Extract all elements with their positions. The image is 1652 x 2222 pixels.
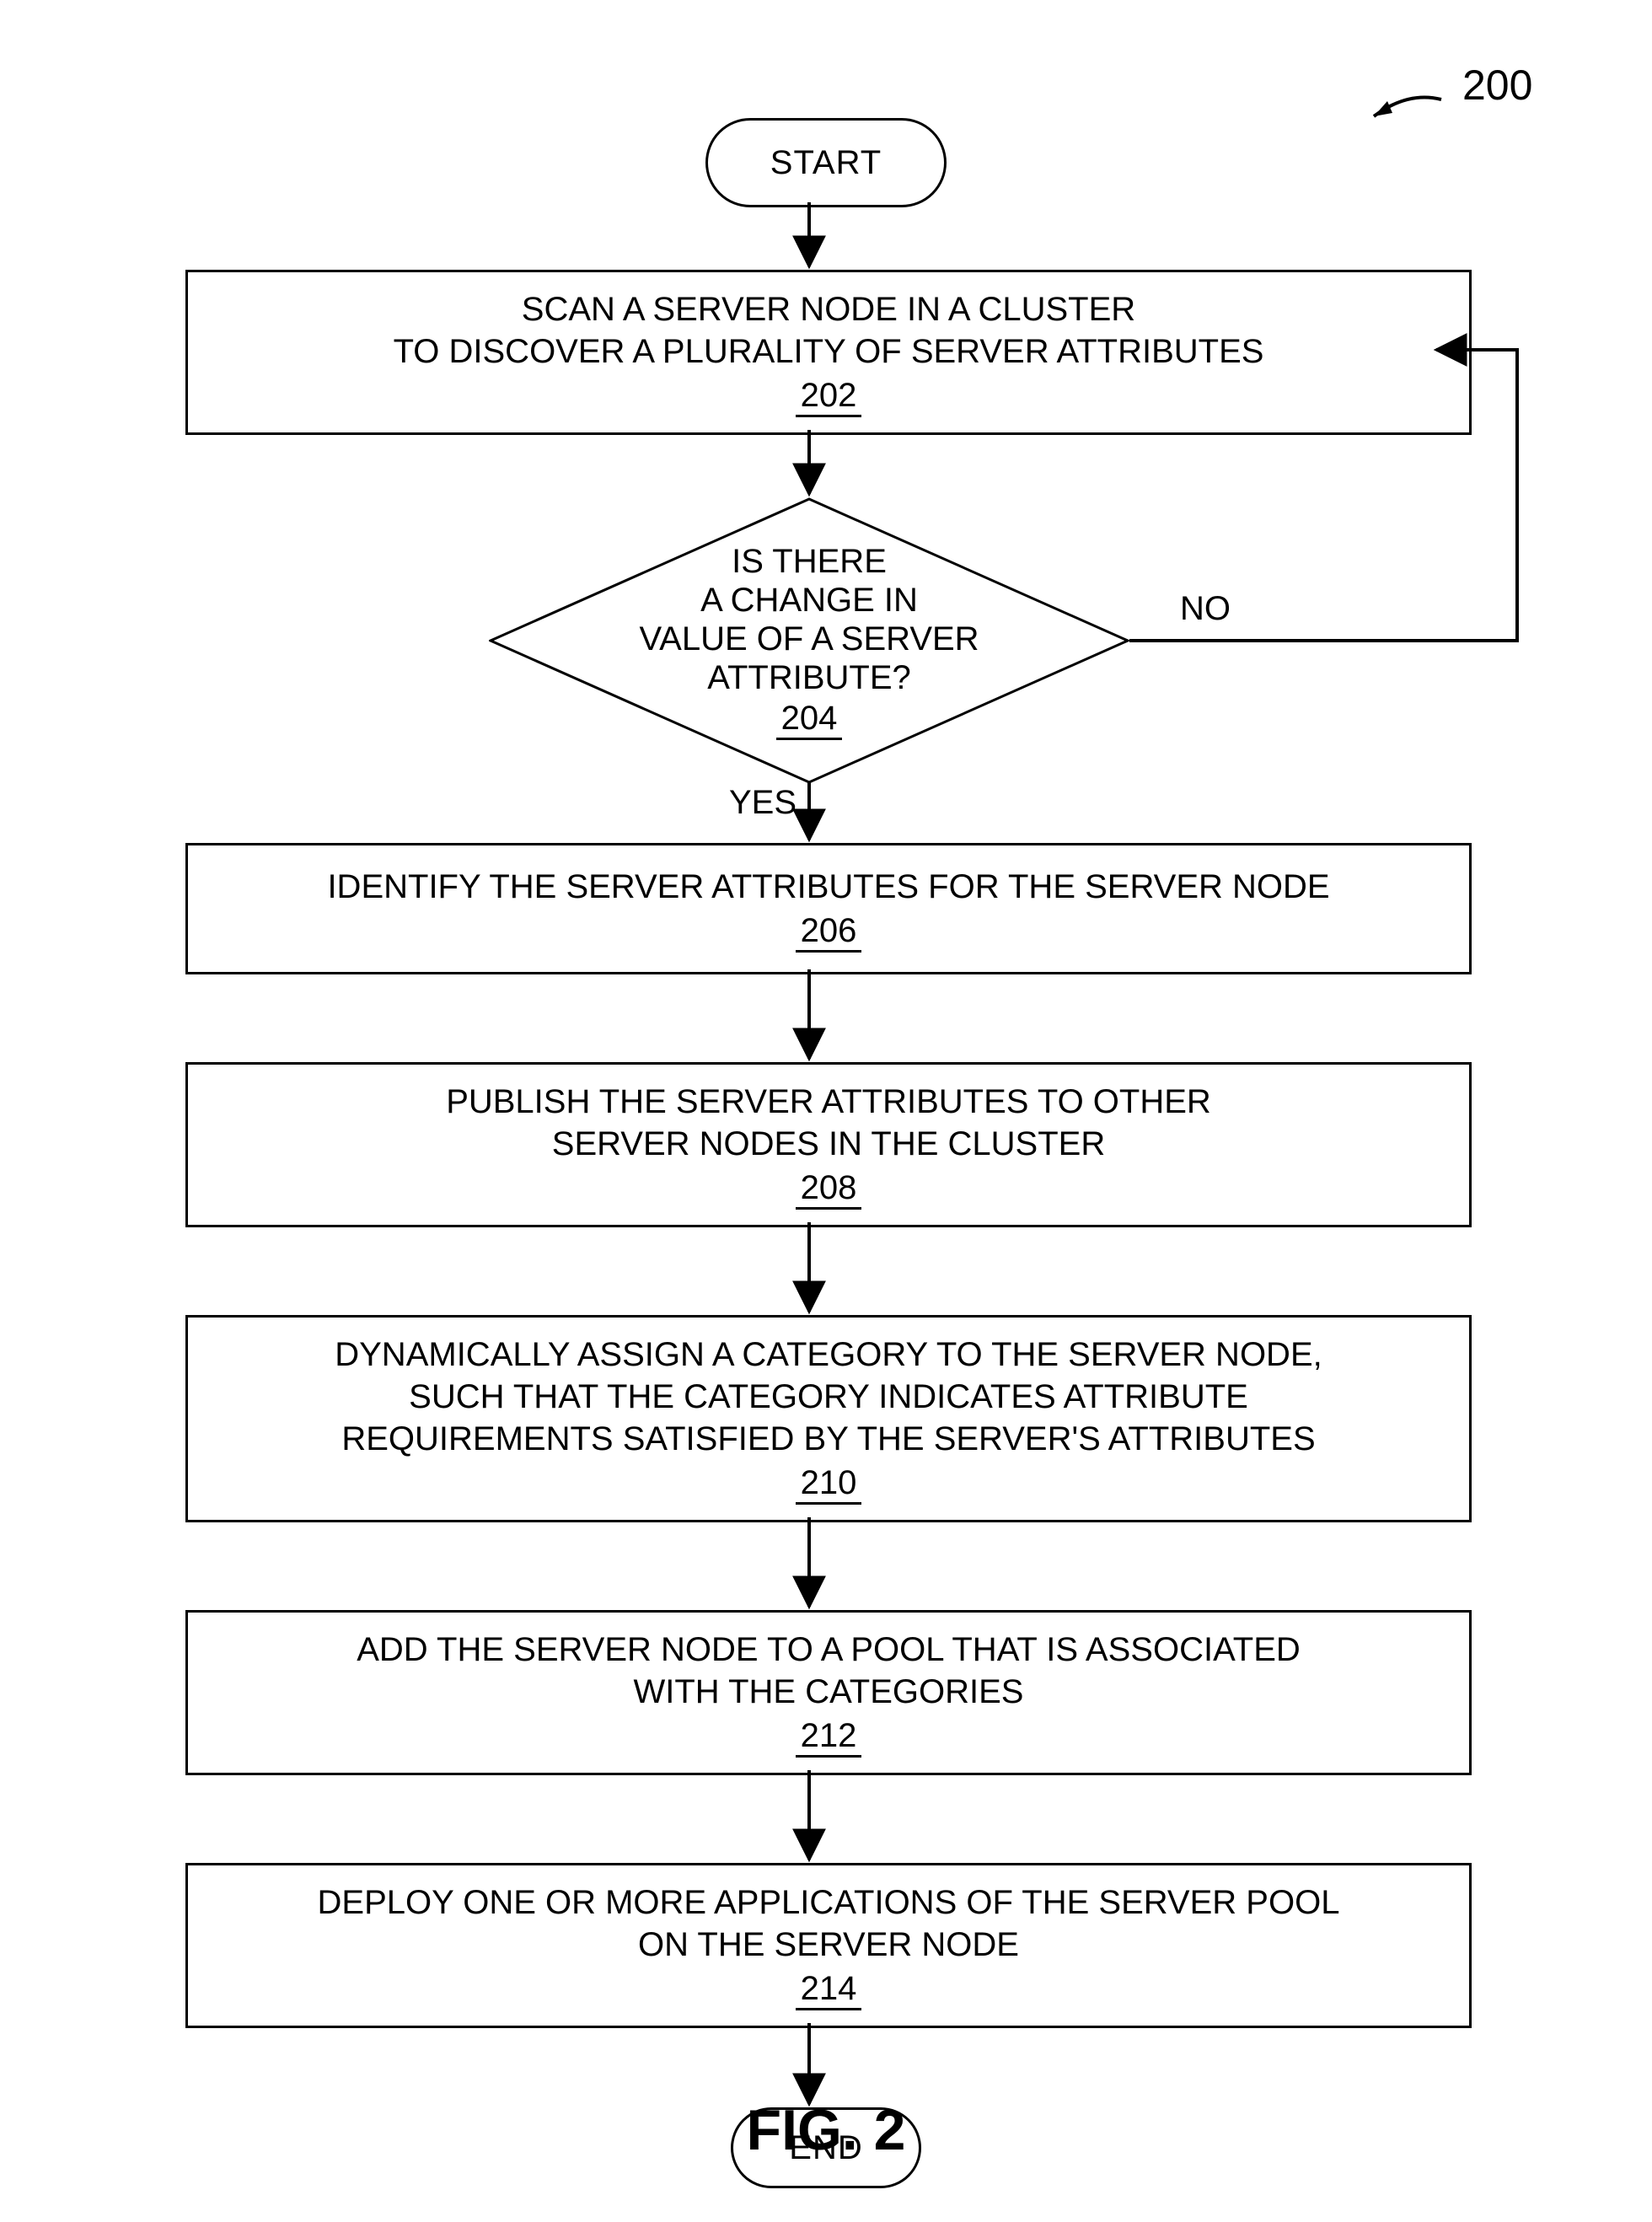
step-202-ref: 202 <box>796 376 862 417</box>
decision-204-l3: VALUE OF A SERVER <box>639 620 979 658</box>
decision-204-text-group: IS THERE A CHANGE IN VALUE OF A SERVER A… <box>489 497 1129 784</box>
terminator-start: START <box>705 118 947 207</box>
figure-caption: FIG. 2 <box>0 2097 1652 2163</box>
step-212-text: ADD THE SERVER NODE TO A POOL THAT IS AS… <box>357 1629 1301 1713</box>
process-step-212: ADD THE SERVER NODE TO A POOL THAT IS AS… <box>185 1610 1472 1775</box>
start-label: START <box>770 144 882 182</box>
step-212-ref: 212 <box>796 1716 862 1758</box>
decision-204-ref: 204 <box>776 699 843 740</box>
decision-204-l2: A CHANGE IN <box>700 581 918 620</box>
flowchart-figure-2: 200 START SCAN A SERVER NODE IN A CLUSTE… <box>0 0 1652 2222</box>
process-step-206: IDENTIFY THE SERVER ATTRIBUTES FOR THE S… <box>185 843 1472 974</box>
step-206-text: IDENTIFY THE SERVER ATTRIBUTES FOR THE S… <box>327 866 1329 908</box>
edge-label-yes: YES <box>729 784 796 822</box>
step-210-text: DYNAMICALLY ASSIGN A CATEGORY TO THE SER… <box>335 1334 1322 1460</box>
figure-number-annotation: 200 <box>1349 57 1534 125</box>
process-step-210: DYNAMICALLY ASSIGN A CATEGORY TO THE SER… <box>185 1315 1472 1522</box>
process-step-208: PUBLISH THE SERVER ATTRIBUTES TO OTHER S… <box>185 1062 1472 1227</box>
decision-step-204: IS THERE A CHANGE IN VALUE OF A SERVER A… <box>489 497 1129 784</box>
step-214-ref: 214 <box>796 1969 862 2010</box>
step-210-ref: 210 <box>796 1463 862 1505</box>
step-202-text: SCAN A SERVER NODE IN A CLUSTER TO DISCO… <box>394 288 1264 373</box>
process-step-214: DEPLOY ONE OR MORE APPLICATIONS OF THE S… <box>185 1863 1472 2028</box>
step-208-text: PUBLISH THE SERVER ATTRIBUTES TO OTHER S… <box>446 1081 1211 1165</box>
edge-label-no: NO <box>1180 590 1231 628</box>
figure-number-text: 200 <box>1462 62 1532 109</box>
process-step-202: SCAN A SERVER NODE IN A CLUSTER TO DISCO… <box>185 270 1472 435</box>
step-214-text: DEPLOY ONE OR MORE APPLICATIONS OF THE S… <box>318 1881 1340 1966</box>
decision-204-l4: ATTRIBUTE? <box>707 658 911 697</box>
step-208-ref: 208 <box>796 1168 862 1210</box>
decision-204-l1: IS THERE <box>732 542 887 581</box>
step-206-ref: 206 <box>796 911 862 953</box>
